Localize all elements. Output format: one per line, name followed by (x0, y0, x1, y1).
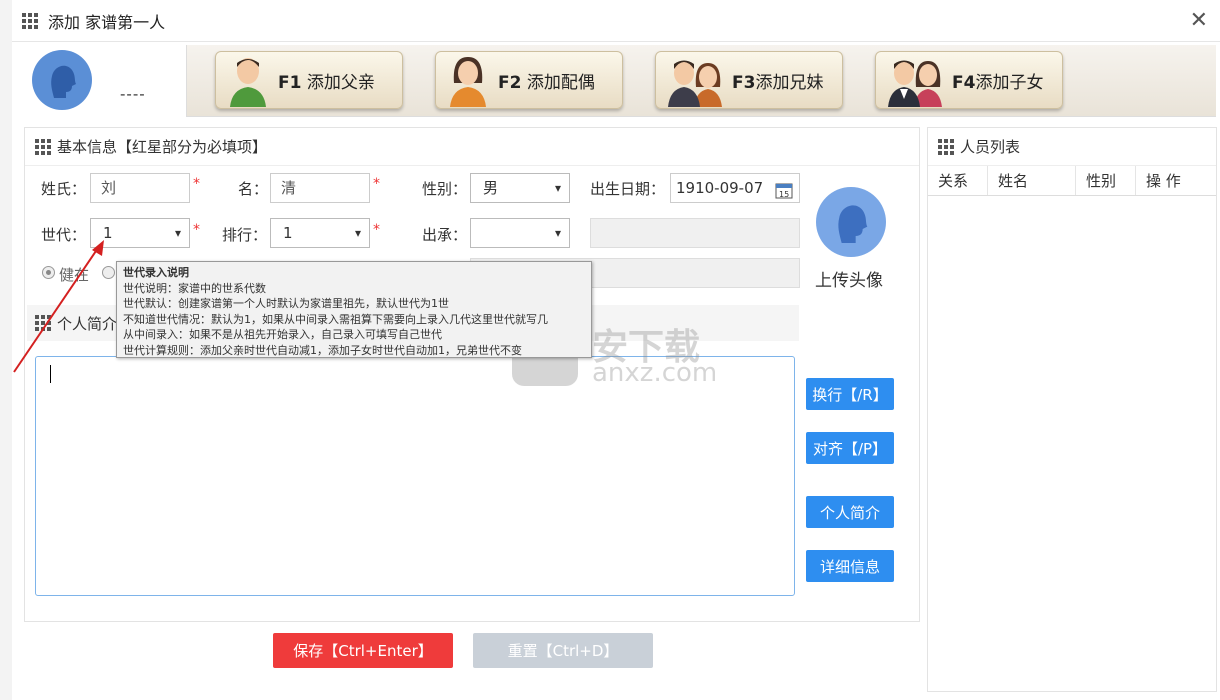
add-spouse-key: F2 (498, 72, 522, 93)
required-star: * (193, 222, 200, 238)
adoption-label: 出承： (422, 226, 468, 244)
required-star: * (193, 176, 200, 192)
person-avatar-icon (32, 50, 92, 110)
column-name[interactable]: 姓名 (988, 166, 1076, 195)
birth-date-value: 1910-09-07 (676, 179, 764, 197)
siblings-icon (666, 53, 724, 107)
person-list-header: 人员列表 (928, 128, 1216, 166)
tooltip-line: 世代计算规则：添加父亲时世代自动减1，添加子女时世代自动加1，兄弟世代不变 (123, 343, 522, 357)
intro-textarea[interactable] (35, 356, 795, 596)
column-relation[interactable]: 关系 (928, 166, 988, 195)
rank-select[interactable]: 1 (270, 218, 370, 248)
father-icon (226, 53, 270, 107)
svg-text:15: 15 (779, 190, 789, 199)
surname-input[interactable]: 刘 (90, 173, 190, 203)
title-bar: 添加 家谱第一人 ✕ (12, 0, 1220, 42)
add-sibling-key: F3 (732, 72, 756, 93)
add-sibling-label: 添加兄妹 (755, 72, 824, 93)
column-gender[interactable]: 性别 (1076, 166, 1136, 195)
given-name-input[interactable]: 清 (270, 173, 370, 203)
rank-label: 排行： (222, 226, 268, 244)
birth-date-label: 出生日期： (590, 180, 666, 198)
add-children-label: 添加子女 (975, 72, 1044, 93)
arrow-annotation-icon (13, 240, 104, 373)
person-list-panel: 人员列表 关系 姓名 性别 操 作 (927, 127, 1217, 692)
grid-icon (22, 12, 38, 29)
add-father-label: 添加父亲 (306, 72, 375, 93)
adoption-select[interactable] (470, 218, 570, 248)
given-name-label: 名： (238, 180, 269, 198)
required-star: * (373, 222, 380, 238)
gender-label: 性别： (422, 180, 468, 198)
watermark-subtext: anxz.com (592, 358, 718, 388)
detail-button[interactable]: 详细信息 (806, 550, 894, 582)
children-icon (886, 53, 944, 107)
add-spouse-button[interactable]: F2 添加配偶 (435, 51, 623, 109)
adoption-detail-field (590, 218, 800, 248)
add-children-key: F4 (952, 72, 976, 93)
align-button[interactable]: 对齐【/P】 (806, 432, 894, 464)
calendar-icon[interactable]: 15 (775, 181, 793, 203)
dialog-title: 添加 家谱第一人 (48, 12, 166, 32)
grid-icon (938, 138, 954, 155)
grid-icon (35, 138, 51, 155)
save-button[interactable]: 保存【Ctrl+Enter】 (273, 633, 453, 668)
add-spouse-label: 添加配偶 (526, 72, 595, 93)
tooltip-line: 世代说明：家谱中的世系代数 (123, 281, 266, 295)
add-person-dialog: 添加 家谱第一人 ✕ ---- F1 添加父亲 F2 添加配偶 F3添加兄妹 F… (0, 0, 1220, 700)
newline-button[interactable]: 换行【/R】 (806, 378, 894, 410)
surname-label: 姓氏： (41, 180, 87, 198)
relation-toolbar: ---- F1 添加父亲 F2 添加配偶 F3添加兄妹 F4添加子女 (22, 45, 1216, 117)
required-star: * (373, 176, 380, 192)
tooltip-title: 世代录入说明 (123, 266, 189, 279)
upload-avatar-label[interactable]: 上传头像 (815, 266, 883, 291)
tooltip-line: 不知道世代情况：默认为1，如果从中间录入需祖算下需要向上录入几代这里世代就写几 (123, 312, 548, 326)
column-action[interactable]: 操 作 (1136, 166, 1216, 195)
add-sibling-button[interactable]: F3添加兄妹 (655, 51, 843, 109)
tooltip-line: 从中间录入：如果不是从祖先开始录入，自己录入可填写自己世代 (123, 328, 442, 341)
current-person: ---- (22, 45, 187, 117)
basic-info-header: 基本信息【红星部分为必填项】 (25, 128, 919, 166)
reset-button[interactable]: 重置【Ctrl+D】 (473, 633, 653, 668)
spouse-icon (446, 53, 490, 107)
close-icon[interactable]: ✕ (1190, 8, 1208, 33)
current-person-name: ---- (120, 85, 146, 103)
upload-avatar-icon[interactable] (816, 187, 886, 257)
intro-button[interactable]: 个人简介 (806, 496, 894, 528)
tooltip-line: 世代默认：创建家谱第一个人时默认为家谱里祖先，默认世代为1世 (123, 297, 449, 310)
add-children-button[interactable]: F4添加子女 (875, 51, 1063, 109)
gender-select[interactable]: 男 (470, 173, 570, 203)
person-list-title: 人员列表 (960, 138, 1021, 156)
generation-tooltip: 世代录入说明 世代说明：家谱中的世系代数 世代默认：创建家谱第一个人时默认为家谱… (116, 261, 592, 358)
person-list-columns: 关系 姓名 性别 操 作 (928, 166, 1216, 196)
add-father-button[interactable]: F1 添加父亲 (215, 51, 403, 109)
basic-info-title: 基本信息【红星部分为必填项】 (57, 138, 268, 156)
add-father-key: F1 (278, 72, 302, 93)
